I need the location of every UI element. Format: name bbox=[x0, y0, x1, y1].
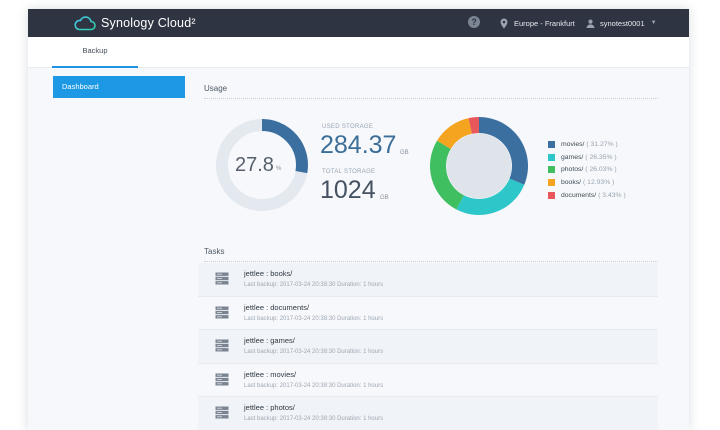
user-menu[interactable]: synotest0001 ▼ bbox=[586, 9, 657, 37]
brand-name: Synology Cloud² bbox=[101, 16, 196, 30]
task-last-backup: Last backup: 2017-03-24 20:38:30 Duratio… bbox=[244, 416, 384, 422]
total-storage-label: TOTAL STORAGE bbox=[322, 169, 376, 175]
tasks-divider bbox=[204, 261, 658, 262]
app-window: Synology Cloud² ? Europe - Frankfurt syn… bbox=[28, 9, 689, 430]
used-storage-unit: GB bbox=[400, 150, 409, 156]
legend-item: books/( 12.93% ) bbox=[548, 176, 626, 189]
legend-percent: ( 3.43% ) bbox=[598, 191, 626, 199]
legend-label: books/ bbox=[561, 178, 582, 186]
location-pin-icon bbox=[500, 18, 508, 28]
chevron-down-icon: ▼ bbox=[650, 20, 657, 26]
task-last-backup: Last backup: 2017-03-24 20:38:30 Duratio… bbox=[244, 315, 384, 322]
server-icon bbox=[215, 339, 229, 352]
legend-label: photos/ bbox=[561, 166, 584, 174]
usage-percent-unit: % bbox=[276, 166, 282, 172]
total-storage-value: 1024 bbox=[320, 176, 376, 204]
task-last-backup: Last backup: 2017-03-24 20:38:30 Duratio… bbox=[244, 349, 384, 355]
top-bar: Synology Cloud² ? Europe - Frankfurt syn… bbox=[28, 9, 689, 37]
legend-item: games/( 26.35% ) bbox=[548, 151, 626, 164]
server-icon bbox=[215, 406, 229, 419]
server-icon bbox=[215, 306, 229, 318]
task-row[interactable]: jettlee : photos/Last backup: 2017-03-24… bbox=[198, 397, 658, 430]
task-last-backup: Last backup: 2017-03-24 20:38:30 Duratio… bbox=[244, 282, 384, 288]
sidebar-item-dashboard[interactable]: Dashboard bbox=[53, 76, 185, 98]
question-icon[interactable]: ? bbox=[468, 16, 480, 28]
legend-swatch bbox=[548, 140, 555, 148]
legend-label: games/ bbox=[561, 153, 584, 161]
legend-swatch bbox=[548, 191, 555, 199]
server-icon bbox=[215, 272, 229, 285]
donut-hole bbox=[446, 133, 512, 199]
legend-percent: ( 26.35% ) bbox=[585, 153, 617, 161]
username-label: synotest0001 bbox=[600, 18, 645, 28]
task-row[interactable]: jettlee : documents/Last backup: 2017-03… bbox=[198, 296, 658, 330]
legend-percent: ( 12.93% ) bbox=[583, 178, 615, 186]
region-label: Europe - Frankfurt bbox=[514, 18, 575, 28]
cloud-icon bbox=[74, 15, 96, 30]
task-row[interactable]: jettlee : movies/Last backup: 2017-03-24… bbox=[198, 363, 658, 397]
legend-label: documents/ bbox=[561, 191, 597, 199]
usage-divider bbox=[204, 98, 658, 99]
task-name: jettlee : documents/ bbox=[244, 302, 310, 312]
logo[interactable]: Synology Cloud² bbox=[74, 14, 196, 32]
legend-item: photos/( 26.03% ) bbox=[548, 163, 626, 176]
task-last-backup: Last backup: 2017-03-24 20:38:30 Duratio… bbox=[244, 382, 384, 389]
legend-swatch bbox=[548, 166, 555, 174]
chart-legend: movies/( 31.27% ) games/( 26.35% ) photos/… bbox=[548, 138, 626, 201]
total-storage-unit: GB bbox=[380, 195, 389, 201]
usage-section-title: Usage bbox=[204, 84, 228, 93]
legend-label: movies/ bbox=[561, 140, 585, 148]
tab-backup[interactable]: Backup bbox=[52, 37, 138, 68]
legend-percent: ( 26.03% ) bbox=[585, 166, 617, 174]
legend-item: documents/( 3.43% ) bbox=[548, 189, 626, 202]
task-name: jettlee : games/ bbox=[244, 336, 295, 345]
legend-swatch bbox=[548, 178, 555, 186]
task-name: jettlee : books/ bbox=[244, 269, 293, 278]
server-icon bbox=[215, 373, 229, 385]
used-storage-label: USED STORAGE bbox=[322, 124, 374, 130]
task-row[interactable]: jettlee : books/Last backup: 2017-03-24 … bbox=[198, 263, 658, 297]
task-list: jettlee : books/Last backup: 2017-03-24 … bbox=[198, 263, 658, 430]
task-name: jettlee : photos/ bbox=[244, 403, 295, 412]
used-storage-value: 284.37 bbox=[320, 131, 397, 159]
user-icon bbox=[586, 19, 595, 28]
usage-percent: 27.8 bbox=[235, 154, 274, 176]
region-selector[interactable]: Europe - Frankfurt bbox=[500, 9, 575, 37]
storage-breakdown-chart bbox=[430, 117, 528, 215]
legend-swatch bbox=[548, 153, 555, 161]
task-row[interactable]: jettlee : games/Last backup: 2017-03-24 … bbox=[198, 330, 658, 364]
tab-bar: Backup bbox=[28, 37, 689, 68]
legend-item: movies/( 31.27% ) bbox=[548, 138, 626, 151]
task-name: jettlee : movies/ bbox=[244, 369, 297, 379]
legend-percent: ( 31.27% ) bbox=[586, 140, 618, 148]
tasks-section-title: Tasks bbox=[204, 247, 225, 256]
